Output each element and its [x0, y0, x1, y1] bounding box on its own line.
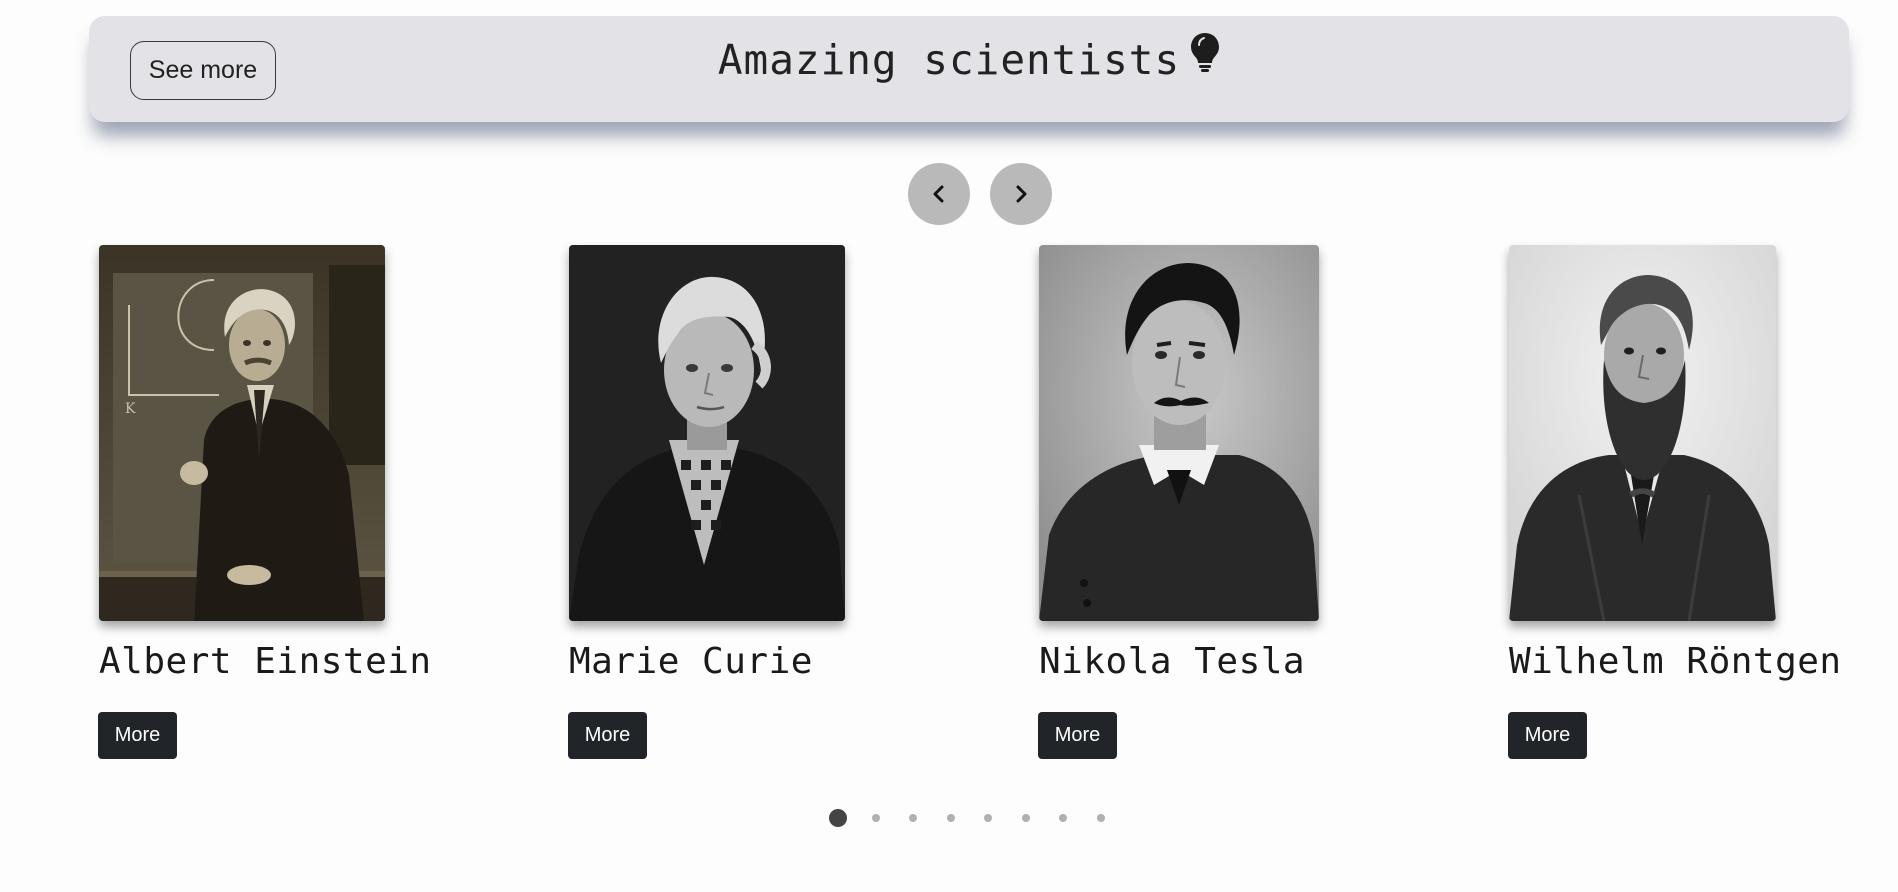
scientist-name: Nikola Tesla — [1039, 641, 1306, 682]
svg-text:K: K — [125, 401, 136, 417]
more-button[interactable]: More — [1038, 712, 1117, 759]
pagination-dot[interactable] — [871, 814, 880, 822]
portrait-curie — [569, 245, 845, 621]
more-button[interactable]: More — [568, 712, 647, 759]
carousel-next-button[interactable] — [990, 163, 1052, 225]
pagination-dot[interactable] — [909, 814, 917, 822]
pagination-dot[interactable] — [1096, 814, 1105, 822]
portrait-rontgen — [1509, 245, 1776, 621]
scientist-name: Marie Curie — [569, 641, 813, 682]
chevron-left-icon — [933, 185, 944, 203]
carousel-prev-button[interactable] — [908, 163, 970, 225]
lightbulb-icon — [1190, 31, 1220, 83]
pagination-dot[interactable] — [1021, 814, 1030, 822]
pagination-dot-active[interactable] — [829, 809, 847, 827]
more-button[interactable]: More — [98, 712, 177, 759]
page-title: Amazing scientists — [717, 36, 1181, 84]
pagination-dot[interactable] — [946, 814, 955, 822]
portrait-einstein: K — [99, 245, 385, 621]
page-title-wrapper: Amazing scientists — [89, 33, 1849, 89]
more-button[interactable]: More — [1508, 712, 1587, 759]
scientist-name: Albert Einstein — [99, 641, 432, 682]
chevron-right-icon — [1016, 185, 1027, 203]
scientist-name: Wilhelm Röntgen — [1509, 641, 1842, 682]
page: See more Amazing scientists K Albert Ein… — [0, 0, 1898, 892]
pagination-dot[interactable] — [1059, 814, 1067, 822]
header-banner: See more Amazing scientists — [89, 16, 1849, 122]
pagination-dot[interactable] — [984, 814, 992, 822]
portrait-tesla — [1039, 245, 1319, 621]
